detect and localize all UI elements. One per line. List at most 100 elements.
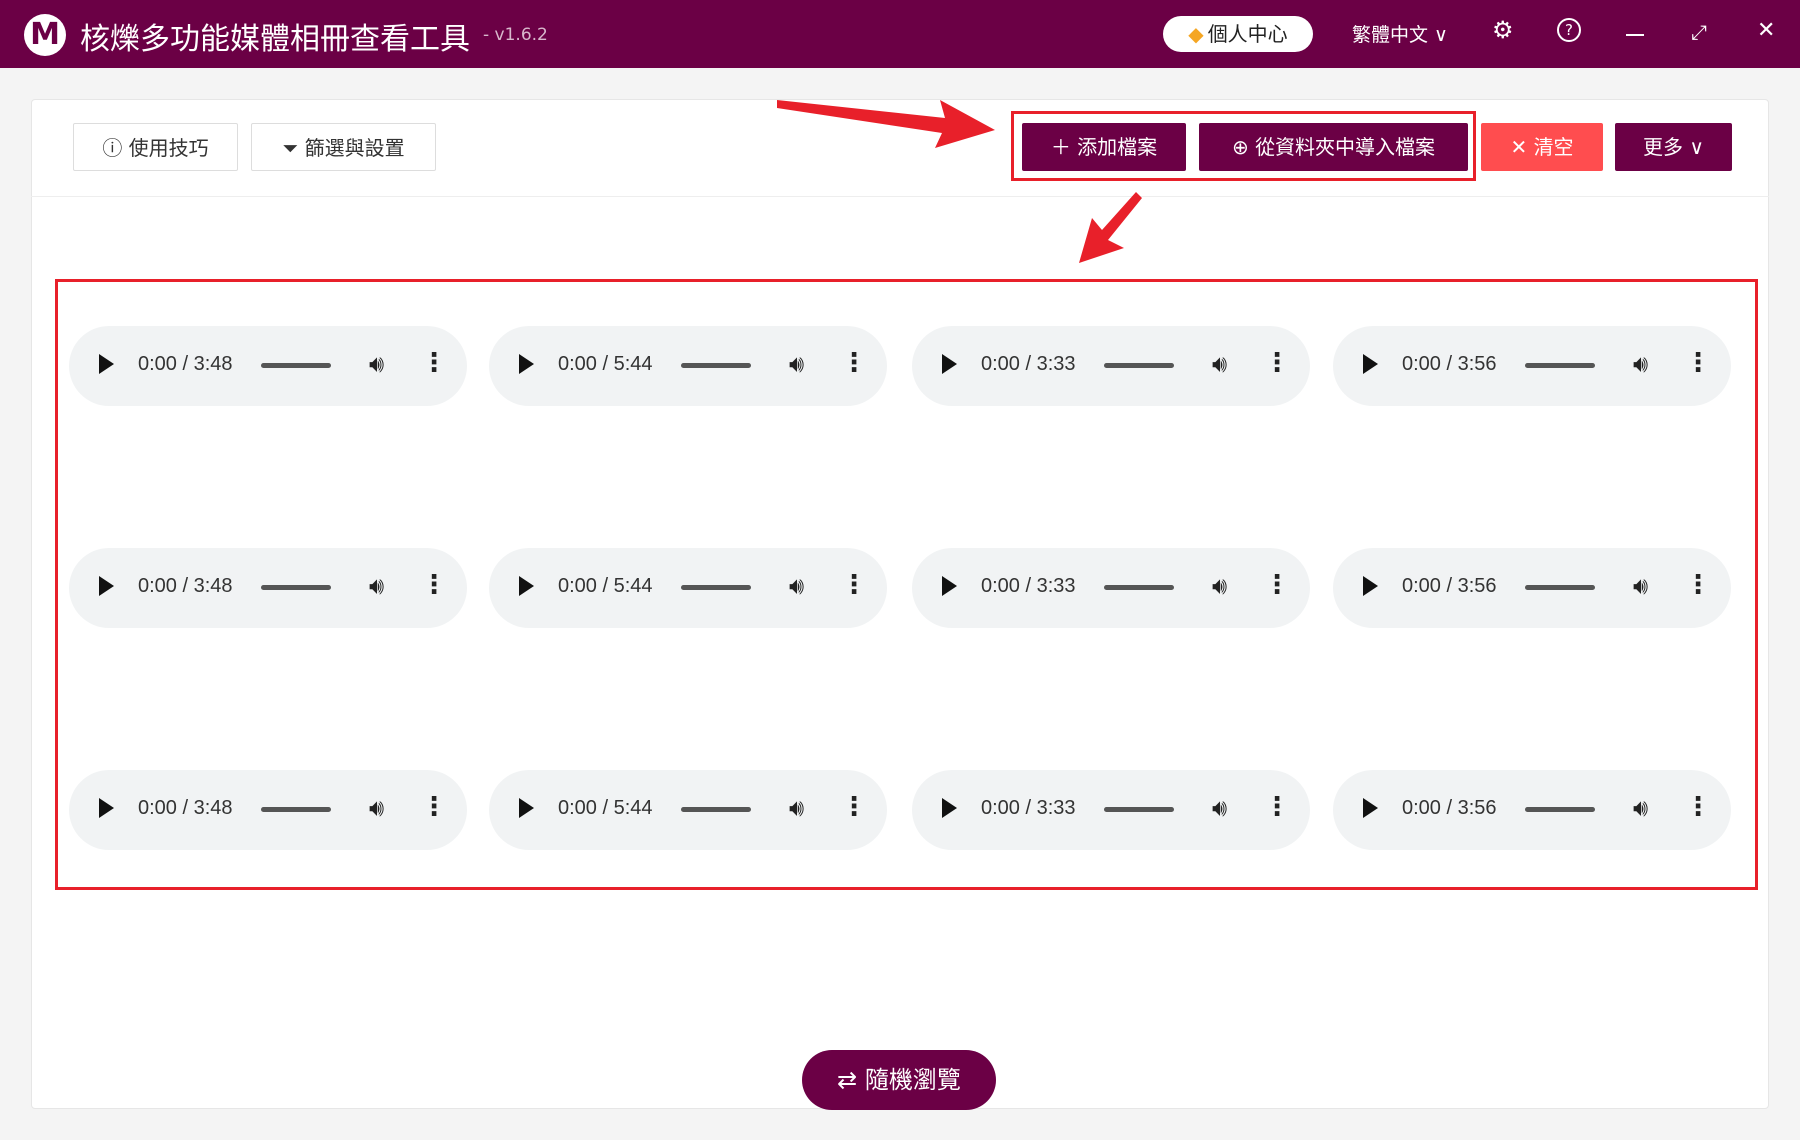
progress-slider[interactable]: [1104, 585, 1174, 590]
more-options-icon[interactable]: ⋮: [1264, 792, 1290, 822]
volume-icon[interactable]: 🔊︎: [369, 794, 384, 822]
more-options-icon[interactable]: ⋮: [421, 792, 447, 822]
vip-gem-icon: ◆: [1188, 22, 1204, 46]
minimize-icon[interactable]: [1626, 34, 1644, 36]
progress-slider[interactable]: [681, 807, 751, 812]
app-title: 核爍多功能媒體相冊查看工具: [80, 22, 470, 57]
help-icon[interactable]: ?: [1557, 18, 1581, 42]
play-icon[interactable]: [1363, 576, 1378, 596]
audio-player: 0:00 / 3:48 🔊︎ ⋮: [69, 548, 467, 628]
random-browse-label: 隨機瀏覽: [864, 1066, 961, 1094]
more-options-icon[interactable]: ⋮: [841, 570, 867, 600]
more-options-icon[interactable]: ⋮: [421, 570, 447, 600]
play-icon[interactable]: [942, 354, 957, 374]
progress-slider[interactable]: [261, 363, 331, 368]
audio-player: 0:00 / 3:33 🔊︎ ⋮: [912, 548, 1310, 628]
audio-player: 0:00 / 3:56 🔊︎ ⋮: [1333, 326, 1731, 406]
time-display: 0:00 / 3:48: [138, 353, 233, 375]
volume-icon[interactable]: 🔊︎: [369, 572, 384, 600]
more-options-icon[interactable]: ⋮: [1685, 570, 1711, 600]
volume-icon[interactable]: 🔊︎: [789, 350, 804, 378]
volume-icon[interactable]: 🔊︎: [369, 350, 384, 378]
time-display: 0:00 / 3:33: [981, 353, 1076, 375]
filter-label: 篩選與設置: [304, 136, 405, 160]
audio-player: 0:00 / 3:33 🔊︎ ⋮: [912, 770, 1310, 850]
play-icon[interactable]: [519, 798, 534, 818]
progress-slider[interactable]: [681, 585, 751, 590]
play-icon[interactable]: [519, 354, 534, 374]
time-display: 0:00 / 5:44: [558, 353, 653, 375]
more-options-icon[interactable]: ⋮: [1264, 570, 1290, 600]
title-bar: M 核爍多功能媒體相冊查看工具 - v1.6.2 ◆ 個人中心 繁體中文 ∨ ⚙ …: [0, 0, 1800, 68]
user-center-label: 個人中心: [1207, 22, 1288, 46]
volume-icon[interactable]: 🔊︎: [1212, 794, 1227, 822]
audio-player: 0:00 / 5:44 🔊︎ ⋮: [489, 326, 887, 406]
time-display: 0:00 / 3:56: [1402, 575, 1497, 597]
more-button[interactable]: 更多 ∨: [1615, 123, 1732, 171]
audio-player: 0:00 / 3:33 🔊︎ ⋮: [912, 326, 1310, 406]
app-version: - v1.6.2: [483, 25, 548, 45]
time-display: 0:00 / 3:48: [138, 797, 233, 819]
play-icon[interactable]: [1363, 354, 1378, 374]
play-icon[interactable]: [99, 576, 114, 596]
audio-player: 0:00 / 3:56 🔊︎ ⋮: [1333, 548, 1731, 628]
more-options-icon[interactable]: ⋮: [841, 792, 867, 822]
audio-player: 0:00 / 3:48 🔊︎ ⋮: [69, 326, 467, 406]
progress-slider[interactable]: [1525, 363, 1595, 368]
volume-icon[interactable]: 🔊︎: [1633, 794, 1648, 822]
filter-icon: ⏷: [282, 136, 305, 160]
time-display: 0:00 / 3:56: [1402, 353, 1497, 375]
toolbar-divider: [31, 196, 1769, 197]
clear-button[interactable]: ✕ 清空: [1481, 123, 1603, 171]
progress-slider[interactable]: [1525, 585, 1595, 590]
audio-player: 0:00 / 5:44 🔊︎ ⋮: [489, 548, 887, 628]
more-options-icon[interactable]: ⋮: [1685, 348, 1711, 378]
more-options-icon[interactable]: ⋮: [841, 348, 867, 378]
language-select[interactable]: 繁體中文 ∨: [1352, 20, 1448, 47]
volume-icon[interactable]: 🔊︎: [789, 794, 804, 822]
time-display: 0:00 / 3:33: [981, 797, 1076, 819]
tips-button[interactable]: ⓘ 使用技巧: [73, 123, 238, 171]
time-display: 0:00 / 5:44: [558, 575, 653, 597]
close-icon[interactable]: ✕: [1757, 18, 1775, 43]
audio-player: 0:00 / 3:56 🔊︎ ⋮: [1333, 770, 1731, 850]
repeat-icon: ⇄: [837, 1066, 865, 1094]
progress-slider[interactable]: [1104, 363, 1174, 368]
play-icon[interactable]: [1363, 798, 1378, 818]
progress-slider[interactable]: [681, 363, 751, 368]
audio-player: 0:00 / 3:48 🔊︎ ⋮: [69, 770, 467, 850]
play-icon[interactable]: [942, 576, 957, 596]
play-icon[interactable]: [942, 798, 957, 818]
progress-slider[interactable]: [261, 807, 331, 812]
time-display: 0:00 / 3:33: [981, 575, 1076, 597]
play-icon[interactable]: [99, 798, 114, 818]
gear-icon[interactable]: ⚙: [1492, 16, 1514, 44]
more-options-icon[interactable]: ⋮: [1685, 792, 1711, 822]
highlight-box-buttons: [1011, 111, 1476, 181]
more-options-icon[interactable]: ⋮: [421, 348, 447, 378]
progress-slider[interactable]: [261, 585, 331, 590]
user-center-button[interactable]: ◆ 個人中心: [1163, 16, 1313, 52]
tips-label: 使用技巧: [128, 136, 209, 160]
volume-icon[interactable]: 🔊︎: [1212, 572, 1227, 600]
play-icon[interactable]: [519, 576, 534, 596]
random-browse-button[interactable]: ⇄ 隨機瀏覽: [802, 1050, 996, 1110]
volume-icon[interactable]: 🔊︎: [1633, 572, 1648, 600]
volume-icon[interactable]: 🔊︎: [789, 572, 804, 600]
time-display: 0:00 / 3:48: [138, 575, 233, 597]
filter-settings-button[interactable]: ⏷ 篩選與設置: [251, 123, 436, 171]
progress-slider[interactable]: [1525, 807, 1595, 812]
maximize-icon[interactable]: ⤢: [1691, 20, 1707, 44]
progress-slider[interactable]: [1104, 807, 1174, 812]
help-circle-icon: ⓘ: [102, 136, 129, 160]
play-icon[interactable]: [99, 354, 114, 374]
volume-icon[interactable]: 🔊︎: [1212, 350, 1227, 378]
time-display: 0:00 / 5:44: [558, 797, 653, 819]
clear-label: 清空: [1533, 135, 1574, 159]
more-options-icon[interactable]: ⋮: [1264, 348, 1290, 378]
audio-player: 0:00 / 5:44 🔊︎ ⋮: [489, 770, 887, 850]
volume-icon[interactable]: 🔊︎: [1633, 350, 1648, 378]
time-display: 0:00 / 3:56: [1402, 797, 1497, 819]
x-icon: ✕: [1510, 135, 1534, 159]
app-logo: M: [24, 14, 66, 56]
